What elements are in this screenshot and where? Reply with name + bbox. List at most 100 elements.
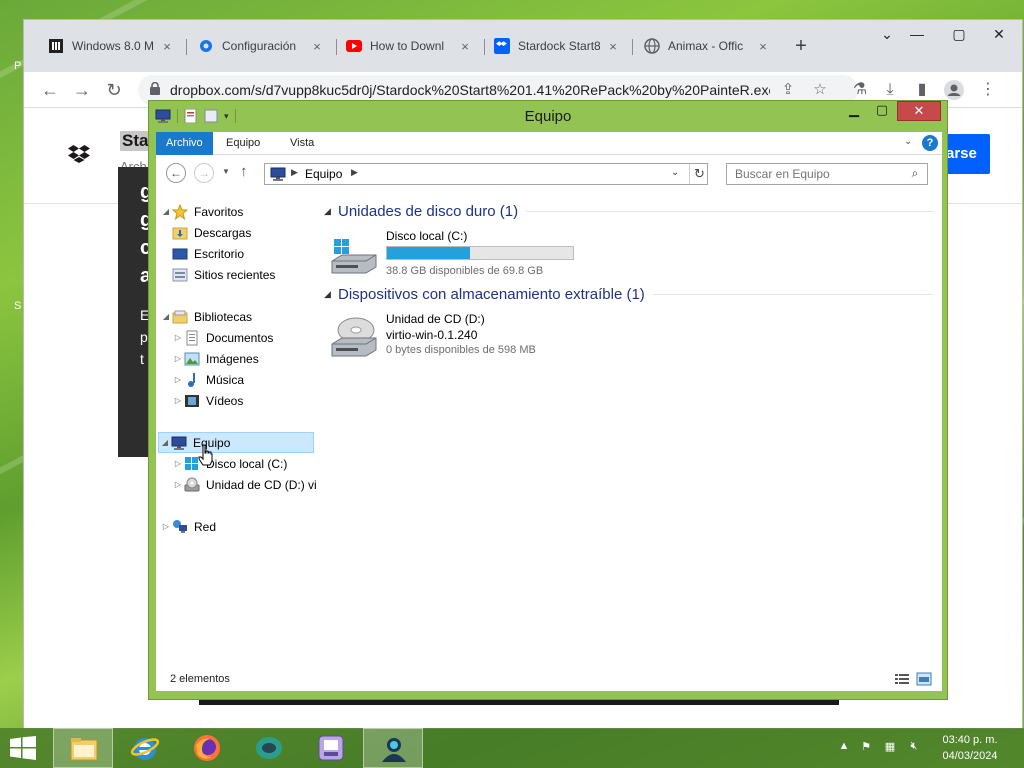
search-input[interactable] — [727, 164, 905, 184]
refresh-icon[interactable]: ↻ — [689, 164, 709, 184]
breadcrumb-chevron-icon[interactable]: ▶ — [351, 167, 358, 178]
promo-letter: p — [140, 329, 148, 345]
minimize-button[interactable]: ▁ — [841, 101, 867, 121]
nav-computer[interactable]: ◢ Equipo — [158, 432, 314, 453]
maximize-button[interactable]: ▢ — [869, 101, 895, 121]
nav-desktop[interactable]: Escritorio — [172, 243, 244, 264]
close-icon[interactable]: × — [458, 39, 472, 54]
tab-equipo[interactable]: Equipo — [216, 132, 270, 155]
group-removable[interactable]: ◢ Dispositivos con almacenamiento extraí… — [324, 284, 934, 304]
search-icon[interactable]: ⌕ — [907, 166, 923, 182]
nav-recent[interactable]: Sitios recientes — [172, 264, 275, 285]
close-window-button[interactable]: ✕ — [897, 101, 941, 121]
expand-icon[interactable]: ▷ — [160, 522, 172, 531]
share-icon[interactable]: ⇪ — [778, 80, 798, 100]
star-icon[interactable]: ☆ — [810, 80, 830, 100]
recent-locations-icon[interactable]: ▼ — [222, 167, 230, 176]
close-icon[interactable]: × — [756, 39, 770, 54]
collapse-icon[interactable]: ◢ — [160, 207, 172, 216]
nav-label: Imágenes — [206, 351, 259, 366]
folder-icon — [70, 738, 98, 761]
taskbar-app[interactable] — [363, 728, 423, 768]
large-icons-view-icon[interactable] — [916, 672, 932, 686]
storage-app-icon — [318, 735, 344, 761]
nav-local-disk[interactable]: ▷ Disco local (C:) — [172, 453, 287, 474]
nav-images[interactable]: ▷ Imágenes — [172, 348, 259, 369]
internet-explorer-icon — [130, 738, 160, 760]
document-icon — [49, 39, 63, 53]
chevron-down-icon[interactable]: ⌄ — [671, 167, 679, 178]
globe-icon — [644, 38, 660, 54]
nav-downloads[interactable]: Descargas — [172, 222, 251, 243]
nav-videos[interactable]: ▷ Vídeos — [172, 390, 243, 411]
up-arrow-icon[interactable]: ↑ — [240, 163, 248, 180]
taskbar-app[interactable] — [301, 728, 361, 768]
tab-windows[interactable]: Windows 8.0 M × — [40, 32, 182, 60]
tab-stardock[interactable]: Stardock Start8 × — [486, 32, 628, 60]
images-icon — [184, 352, 200, 365]
expand-icon[interactable]: ▷ — [172, 333, 184, 342]
action-center-flag-icon[interactable]: ⚑ — [858, 740, 874, 756]
windows-logo-icon — [10, 736, 36, 760]
system-clock[interactable]: 03:40 p. m. 04/03/2024 — [930, 732, 1010, 764]
taskbar-firefox[interactable] — [177, 728, 237, 768]
show-hidden-icons-icon[interactable]: ▲ — [836, 740, 852, 756]
nav-network[interactable]: ▷ Red — [160, 516, 216, 537]
expand-icon[interactable]: ▷ — [172, 459, 184, 468]
close-icon[interactable]: × — [310, 39, 324, 54]
close-window-button[interactable]: ✕ — [978, 20, 1020, 50]
nav-cd-drive[interactable]: ▷ Unidad de CD (D:) vi — [172, 474, 317, 495]
drive-c[interactable]: Disco local (C:) 38.8 GB disponibles de … — [330, 229, 650, 283]
start-button[interactable] — [0, 728, 48, 768]
expand-icon[interactable]: ▷ — [172, 396, 184, 405]
nav-music[interactable]: ▷ Música — [172, 369, 244, 390]
explorer-address-bar[interactable]: ▶ Equipo ▶ ⌄ ↻ — [264, 163, 708, 185]
volume-muted-icon[interactable]: 🔇︎ — [906, 740, 922, 756]
breadcrumb-chevron-icon[interactable]: ▶ — [291, 167, 298, 178]
back-arrow-icon[interactable]: ← — [166, 163, 186, 183]
breadcrumb[interactable]: Equipo — [305, 167, 342, 181]
register-button[interactable]: arse — [942, 134, 990, 174]
dropbox-logo-icon[interactable] — [68, 145, 90, 163]
collapse-icon[interactable]: ◢ — [324, 289, 338, 300]
taskbar-internet-explorer[interactable] — [115, 728, 175, 768]
collapse-icon[interactable]: ◢ — [324, 206, 338, 217]
collapse-icon[interactable]: ◢ — [160, 312, 172, 321]
nav-libraries[interactable]: ◢ Bibliotecas — [160, 306, 252, 327]
expand-icon[interactable]: ▷ — [172, 375, 184, 384]
network-status-icon[interactable]: ▦ — [882, 740, 898, 756]
forward-arrow-icon[interactable]: → — [68, 76, 96, 104]
back-arrow-icon[interactable]: ← — [36, 76, 64, 104]
window-title: Equipo — [524, 108, 572, 125]
taskbar-explorer[interactable] — [53, 728, 113, 768]
new-tab-button[interactable]: + — [788, 34, 814, 60]
nav-documents[interactable]: ▷ Documentos — [172, 327, 273, 348]
drive-d[interactable]: Unidad de CD (D:) virtio-win-0.1.240 0 b… — [330, 312, 650, 366]
expand-icon[interactable]: ▷ — [172, 354, 184, 363]
tab-youtube[interactable]: How to Downl × — [338, 32, 480, 60]
collapse-icon[interactable]: ◢ — [159, 438, 171, 447]
help-icon[interactable]: ? — [922, 135, 938, 151]
tab-vista[interactable]: Vista — [280, 132, 324, 155]
minimize-button[interactable]: — — [896, 20, 938, 50]
reload-icon[interactable]: ↻ — [100, 76, 128, 104]
tab-title: Configuración — [222, 39, 297, 53]
close-icon[interactable]: × — [606, 39, 620, 54]
gear-icon — [200, 40, 212, 52]
details-view-icon[interactable] — [894, 672, 910, 686]
expand-ribbon-icon[interactable]: ⌄ — [904, 136, 912, 147]
group-hard-disks[interactable]: ◢ Unidades de disco duro (1) — [324, 201, 934, 221]
taskbar-app[interactable] — [239, 728, 299, 768]
tab-configuracion[interactable]: Configuración × — [190, 32, 332, 60]
close-icon[interactable]: × — [160, 39, 174, 54]
url-text[interactable]: dropbox.com/s/d7vupp8kuc5dr0j/Stardock%2… — [170, 82, 770, 98]
forward-arrow-icon[interactable]: → — [194, 163, 214, 183]
nav-favorites[interactable]: ◢ Favoritos — [160, 201, 243, 222]
youtube-icon — [346, 40, 362, 52]
tab-animax[interactable]: Animax - Offic × — [636, 32, 778, 60]
tab-archivo[interactable]: Archivo — [156, 132, 213, 155]
maximize-button[interactable]: ▢ — [938, 20, 980, 50]
expand-icon[interactable]: ▷ — [172, 480, 184, 489]
tab-divider — [484, 39, 485, 55]
menu-dots-icon[interactable]: ⋮ — [974, 76, 1002, 104]
